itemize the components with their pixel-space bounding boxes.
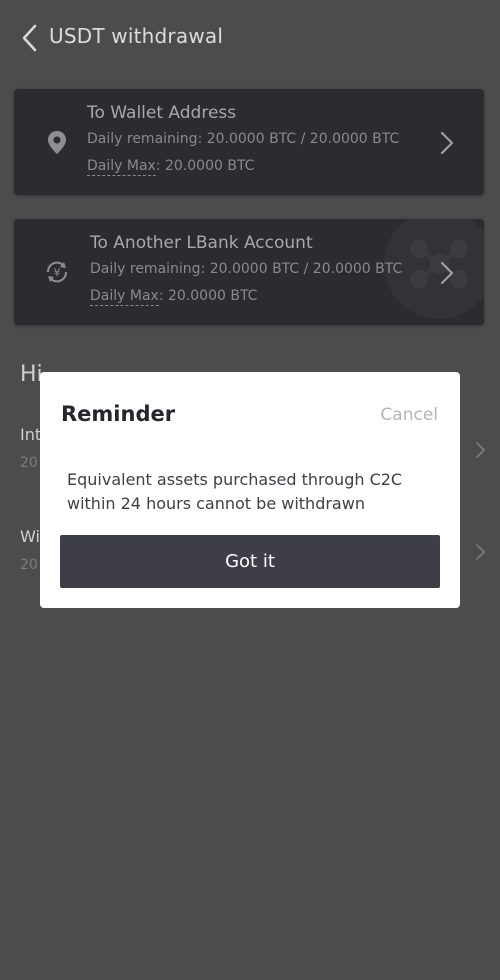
dialog-title: Reminder	[61, 402, 176, 426]
cancel-button[interactable]: Cancel	[380, 405, 438, 425]
modal-overlay[interactable]: Reminder Cancel Equivalent assets purcha…	[0, 0, 500, 980]
dialog-message: Equivalent assets purchased through C2C …	[67, 470, 403, 513]
got-it-button[interactable]: Got it	[60, 535, 440, 588]
reminder-dialog: Reminder Cancel Equivalent assets purcha…	[40, 372, 460, 608]
